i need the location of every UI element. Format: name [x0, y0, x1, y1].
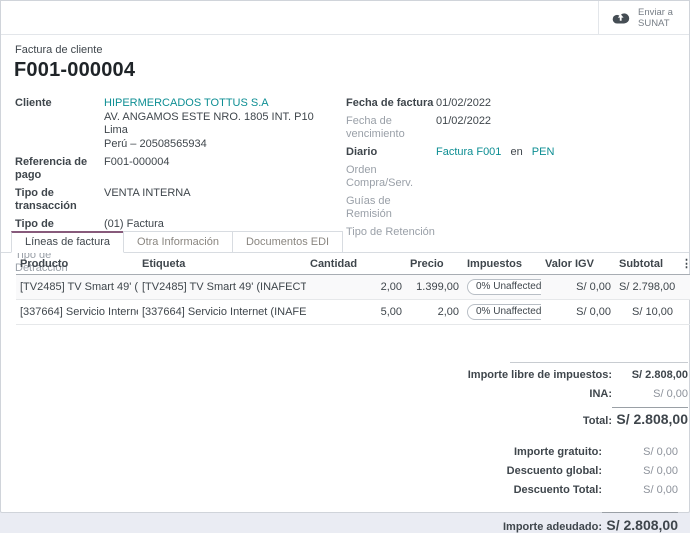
descuento-total-label: Descuento Total:: [514, 484, 602, 496]
descuento-total-row: Descuento Total: S/ 0,00: [298, 484, 678, 496]
customer-link[interactable]: HIPERMERCADOS TOTTUS S.A: [104, 97, 314, 111]
cell-impuestos: 0% Unaffected: [463, 300, 541, 325]
importe-adeudado-label: Importe adeudado:: [503, 521, 602, 533]
fields-right-column: Fecha de factura 01/02/2022 Fecha de ven…: [346, 97, 689, 219]
total-gratuito-row: Importe gratuito: S/ 0,00: [298, 446, 678, 458]
total-untaxed-value: S/ 2.808,00: [612, 369, 688, 381]
fields-left-column: Cliente HIPERMERCADOS TOTTUS S.A AV. ANG…: [15, 97, 346, 219]
field-guias-remision: Guías de Remisión: [346, 195, 689, 221]
cloud-upload-icon: [612, 11, 630, 24]
cell-producto: [TV2485] TV Smart 49' (INAFECTO): [16, 275, 138, 300]
total-row: Total: S/ 2.808,00: [308, 407, 688, 427]
total-untaxed-row: Importe libre de impuestos: S/ 2.808,00: [308, 369, 688, 381]
invoice-sheet: Factura de cliente F001-000004 Cliente H…: [1, 44, 689, 533]
cell-precio: 1.399,00: [406, 275, 463, 300]
cell-etiqueta: [TV2485] TV Smart 49' (INAFECTO): [138, 275, 306, 300]
tab-lineas-de-factura[interactable]: Líneas de factura: [11, 231, 124, 253]
invoice-line-row[interactable]: [TV2485] TV Smart 49' (INAFECTO) [TV2485…: [16, 275, 690, 300]
importe-adeudado-value: S/ 2.808,00: [602, 512, 678, 533]
descuento-global-value: S/ 0,00: [602, 465, 678, 477]
cell-subtotal: S/ 10,00: [615, 300, 677, 325]
descuento-total-value: S/ 0,00: [602, 484, 678, 496]
descuento-global-label: Descuento global:: [507, 465, 602, 477]
cliente-value: HIPERMERCADOS TOTTUS S.A AV. ANGAMOS EST…: [104, 97, 314, 151]
cell-producto: [337664] Servicio Internet (INAFECTO): [16, 300, 138, 325]
cell-precio: 2,00: [406, 300, 463, 325]
importe-adeudado-row: Importe adeudado: S/ 2.808,00: [298, 512, 678, 533]
fecha-factura-value[interactable]: 01/02/2022: [436, 97, 491, 110]
diario-conjunction: en: [510, 146, 522, 158]
total-gratuito-label: Importe gratuito:: [514, 446, 602, 458]
tipo-retencion-label: Tipo de Retención: [346, 226, 436, 239]
tipo-transaccion-value[interactable]: VENTA INTERNA: [104, 187, 191, 213]
guias-remision-label: Guías de Remisión: [346, 195, 436, 221]
referencia-pago-label: Referencia de pago: [15, 156, 104, 182]
journal-link[interactable]: Factura F001: [436, 146, 501, 158]
invoice-number-title: F001-000004: [14, 59, 689, 82]
descuento-global-row: Descuento global: S/ 0,00: [298, 465, 678, 477]
send-to-sunat-label: Enviar a SUNAT: [638, 7, 673, 29]
document-type-label: Factura de cliente: [15, 44, 689, 56]
cell-valor-igv: S/ 0,00: [541, 275, 615, 300]
customer-address-line3: Perú – 20508565934: [104, 138, 314, 152]
fecha-factura-label: Fecha de factura: [346, 97, 436, 110]
field-tipo-transaccion: Tipo de transacción VENTA INTERNA: [15, 187, 346, 213]
statusbar: Enviar a SUNAT: [1, 1, 689, 35]
diario-value: Factura F001 en PEN: [436, 146, 554, 159]
total-ina-label: INA:: [589, 388, 612, 400]
referencia-pago-value[interactable]: F001-000004: [104, 156, 169, 182]
field-diario: Diario Factura F001 en PEN: [346, 146, 689, 159]
cell-valor-igv: S/ 0,00: [541, 300, 615, 325]
totals-secondary-group: Importe gratuito: S/ 0,00 Descuento glob…: [298, 446, 678, 533]
orden-compra-label: Orden Compra/Serv.: [346, 164, 436, 190]
total-untaxed-label: Importe libre de impuestos:: [468, 369, 612, 381]
totals-section: Importe libre de impuestos: S/ 2.808,00 …: [1, 362, 689, 533]
invoice-form-card: Enviar a SUNAT Factura de cliente F001-0…: [0, 0, 690, 513]
fecha-vencimiento-label: Fecha de vencimiento: [346, 115, 436, 141]
cell-etiqueta: [337664] Servicio Internet (INAFECTO): [138, 300, 306, 325]
field-grid: Cliente HIPERMERCADOS TOTTUS S.A AV. ANG…: [1, 97, 689, 219]
tax-tag[interactable]: 0% Unaffected: [467, 279, 541, 295]
field-fecha-factura: Fecha de factura 01/02/2022: [346, 97, 689, 110]
header-impuestos[interactable]: Impuestos: [463, 253, 541, 275]
field-tipo-retencion: Tipo de Retención: [346, 226, 689, 239]
tab-otra-informacion[interactable]: Otra Información: [123, 231, 233, 252]
cell-subtotal: S/ 2.798,00: [615, 275, 677, 300]
total-ina-value: S/ 0,00: [612, 388, 688, 400]
header-subtotal[interactable]: Subtotal: [615, 253, 677, 275]
diario-label: Diario: [346, 146, 436, 159]
total-value: S/ 2.808,00: [612, 407, 688, 427]
fecha-vencimiento-value[interactable]: 01/02/2022: [436, 115, 491, 141]
tab-documentos-edi[interactable]: Documentos EDI: [232, 231, 343, 252]
invoice-line-row[interactable]: [337664] Servicio Internet (INAFECTO) [3…: [16, 300, 690, 325]
field-fecha-vencimiento: Fecha de vencimiento 01/02/2022: [346, 115, 689, 141]
total-label: Total:: [583, 415, 612, 427]
cell-cantidad: 5,00: [306, 300, 406, 325]
send-to-sunat-button[interactable]: Enviar a SUNAT: [598, 1, 689, 34]
header-precio[interactable]: Precio: [406, 253, 463, 275]
field-orden-compra: Orden Compra/Serv.: [346, 164, 689, 190]
currency-link[interactable]: PEN: [532, 146, 555, 158]
total-gratuito-value: S/ 0,00: [602, 446, 678, 458]
customer-address-line2: Lima: [104, 124, 314, 138]
customer-address-line1: AV. ANGAMOS ESTE NRO. 1805 INT. P10: [104, 111, 314, 125]
tax-tag[interactable]: 0% Unaffected: [467, 304, 541, 320]
header-valor-igv[interactable]: Valor IGV: [541, 253, 615, 275]
field-referencia-pago: Referencia de pago F001-000004: [15, 156, 346, 182]
tipo-transaccion-label: Tipo de transacción: [15, 187, 104, 213]
cell-cantidad: 2,00: [306, 275, 406, 300]
column-options-icon[interactable]: ⋮: [677, 253, 690, 275]
cell-impuestos: 0% Unaffected: [463, 275, 541, 300]
totals-main-group: Importe libre de impuestos: S/ 2.808,00 …: [308, 363, 688, 427]
cliente-label: Cliente: [15, 97, 104, 151]
total-ina-row: INA: S/ 0,00: [308, 388, 688, 400]
field-cliente: Cliente HIPERMERCADOS TOTTUS S.A AV. ANG…: [15, 97, 346, 151]
